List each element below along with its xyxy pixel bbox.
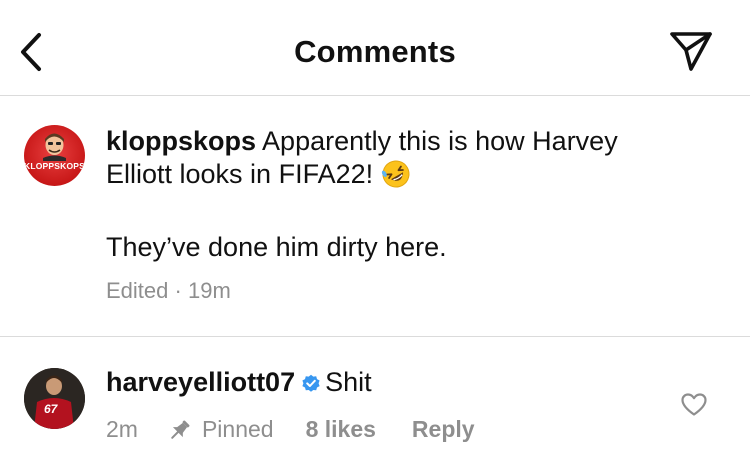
- comment-meta: 2m Pinned 8 likes Reply: [106, 416, 475, 443]
- avatar[interactable]: KLOPPSKOPS: [24, 125, 85, 186]
- likes-count-button[interactable]: 8 likes: [306, 416, 376, 443]
- caption-time: 19m: [187, 278, 231, 303]
- edited-label: Edited: [106, 278, 169, 303]
- caption-comment: KLOPPSKOPS kloppskops Apparently this is…: [0, 97, 750, 337]
- header-bar: Comments: [0, 0, 750, 96]
- pinned-label: Pinned: [201, 416, 274, 442]
- avatar-label: KLOPPSKOPS: [24, 161, 85, 171]
- caption-text-line3: They’ve done him dirty here.: [106, 232, 447, 262]
- comment-text: Shit: [325, 367, 372, 397]
- avatar-caricature-image: [43, 133, 66, 161]
- caption-username[interactable]: kloppskops: [106, 126, 256, 156]
- verified-badge-icon: [302, 374, 320, 392]
- reply-button[interactable]: Reply: [412, 416, 475, 443]
- comment-item: 67 harveyelliott07 Shit 2m Pinned 8 like…: [0, 338, 750, 475]
- separator: ·: [174, 278, 182, 303]
- avatar-player-photo: [24, 368, 85, 429]
- comment-time: 2m: [106, 416, 138, 442]
- comments-screen: Comments KLOPPSKOPS kloppskops Apparentl…: [0, 0, 750, 475]
- pin-icon: [171, 420, 190, 439]
- comment-text-row: harveyelliott07 Shit: [106, 366, 372, 399]
- paper-plane-icon: [670, 32, 712, 71]
- share-button[interactable]: [664, 26, 718, 76]
- caption-text-line2: Elliott looks in FIFA22!: [106, 159, 374, 189]
- like-button[interactable]: [680, 391, 708, 419]
- caption-text: kloppskops Apparently this is how Harvey…: [106, 125, 726, 191]
- caption-text-line1: Apparently this is how Harvey: [262, 126, 618, 156]
- jersey-number: 67: [44, 402, 58, 416]
- avatar[interactable]: 67: [24, 368, 85, 429]
- rolling-on-floor-laughing-emoji: [382, 160, 410, 188]
- page-title: Comments: [294, 34, 456, 69]
- caption-meta: Edited · 19m: [106, 278, 231, 304]
- heart-outline-icon: [681, 393, 707, 416]
- comment-username[interactable]: harveyelliott07: [106, 367, 295, 397]
